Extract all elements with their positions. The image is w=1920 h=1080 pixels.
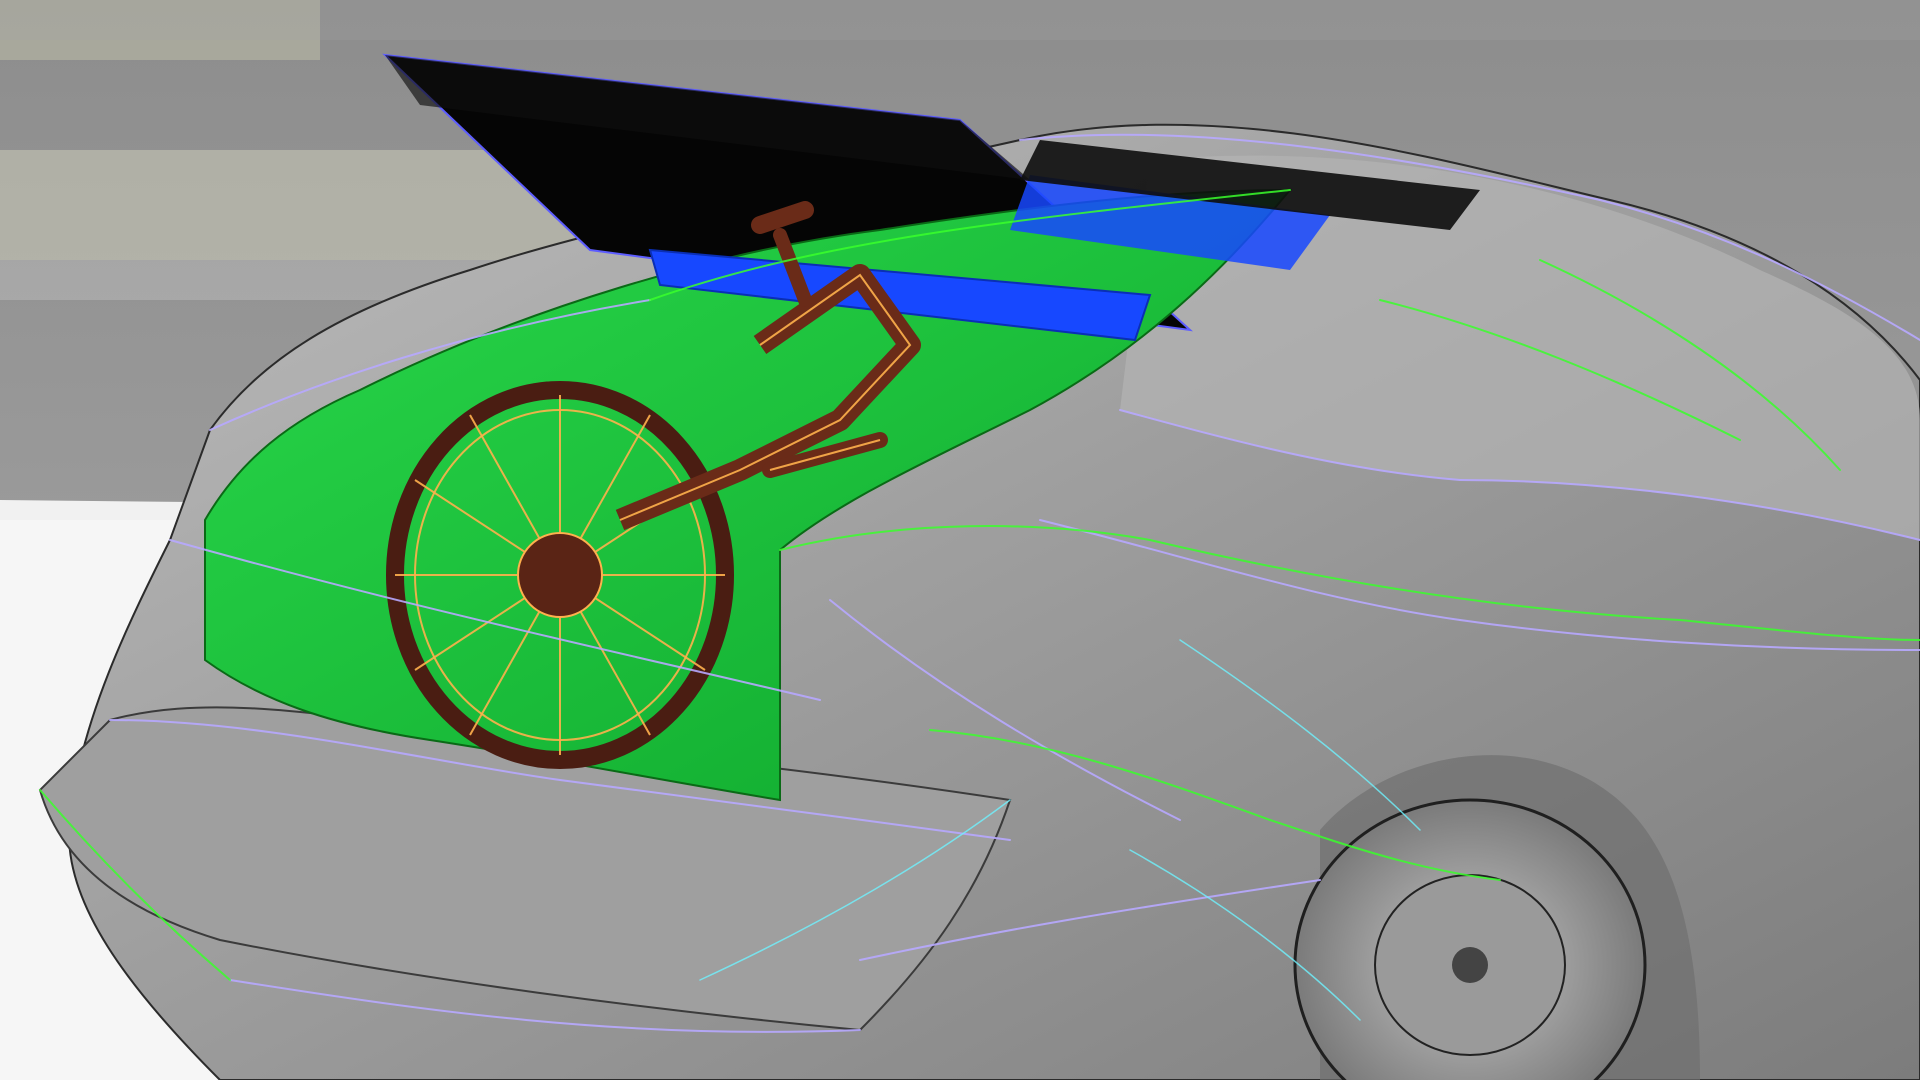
car-model-scene[interactable] (0, 0, 1920, 1080)
rear-wheel-hub-icon (1452, 947, 1488, 983)
bicycle-hub (517, 532, 603, 618)
background-band-top (0, 0, 1920, 40)
cad-3d-viewport[interactable] (0, 0, 1920, 1080)
